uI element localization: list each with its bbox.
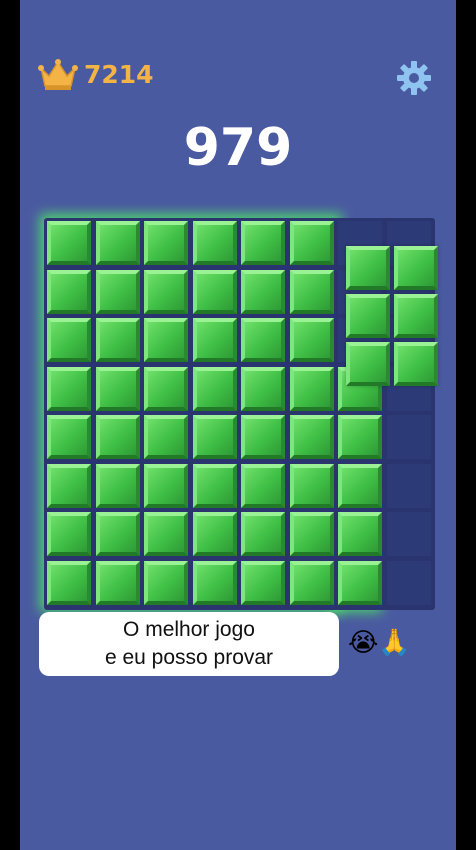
- best-score: 7214: [84, 60, 154, 89]
- piece-block: [394, 342, 438, 386]
- board-cell-filled: [95, 269, 140, 314]
- board-cell-filled: [95, 415, 140, 459]
- board-cell-filled: [241, 463, 285, 508]
- board-cell-filled: [192, 221, 237, 265]
- board-cell-filled: [289, 366, 334, 411]
- board-cell-filled: [192, 560, 237, 605]
- board-cell-filled: [338, 463, 382, 508]
- board-cell-filled: [95, 512, 140, 556]
- board-cell-filled: [144, 221, 188, 265]
- board-cell-filled: [144, 560, 188, 605]
- board-cell-filled: [241, 221, 285, 265]
- board-cell-filled: [338, 415, 382, 459]
- board-cell-filled: [144, 512, 188, 556]
- piece-block: [346, 246, 390, 290]
- board-cell-filled: [144, 366, 188, 411]
- board-cell-filled: [95, 366, 140, 411]
- caption-line-1: O melhor jogo: [123, 618, 255, 641]
- board-cell-empty: [386, 560, 431, 605]
- board-cell-filled: [144, 463, 188, 508]
- board-cell-filled: [47, 415, 91, 459]
- board-cell-filled: [144, 269, 188, 314]
- board-cell-filled: [192, 269, 237, 314]
- board-cell-filled: [241, 366, 285, 411]
- board-cell-filled: [47, 463, 91, 508]
- board-cell-filled: [47, 366, 91, 411]
- board-cell-empty: [386, 512, 431, 556]
- board-cell-filled: [338, 560, 382, 605]
- board-cell-filled: [192, 415, 237, 459]
- board-cell-filled: [241, 415, 285, 459]
- board-cell-filled: [144, 415, 188, 459]
- board-cell-filled: [289, 269, 334, 314]
- board-cell-filled: [241, 269, 285, 314]
- board-cell-filled: [289, 415, 334, 459]
- board-cell-filled: [289, 318, 334, 362]
- board-cell-filled: [241, 512, 285, 556]
- board-cell-filled: [192, 463, 237, 508]
- board-cell-filled: [241, 318, 285, 362]
- board-cell-filled: [289, 560, 334, 605]
- caption-emoji: 😭🙏: [348, 628, 411, 658]
- board-cell-empty: [386, 415, 431, 459]
- piece-block: [394, 246, 438, 290]
- piece-block: [346, 342, 390, 386]
- board-cell-filled: [192, 318, 237, 362]
- board-cell-filled: [95, 463, 140, 508]
- board-cell-filled: [95, 318, 140, 362]
- piece-block: [394, 294, 438, 338]
- crown-icon: [38, 59, 78, 90]
- game-screen: 7214 979 O melhor jogo e eu posso provar…: [20, 0, 456, 850]
- piece-block: [346, 294, 390, 338]
- current-score: 979: [183, 118, 293, 178]
- board-cell-filled: [47, 221, 91, 265]
- board-cell-filled: [289, 221, 334, 265]
- board-cell-filled: [47, 560, 91, 605]
- board-cell-filled: [95, 560, 140, 605]
- board-cell-filled: [192, 366, 237, 411]
- caption-line-2: e eu posso provar: [104, 646, 274, 669]
- board-cell-filled: [95, 221, 140, 265]
- board-cell-filled: [47, 269, 91, 314]
- board-cell-filled: [289, 463, 334, 508]
- board-cell-filled: [192, 512, 237, 556]
- board-cell-filled: [241, 560, 285, 605]
- board-cell-filled: [47, 318, 91, 362]
- board-cell-filled: [47, 512, 91, 556]
- board-cell-filled: [144, 318, 188, 362]
- caption-bubble: O melhor jogo e eu posso provar: [39, 612, 339, 676]
- board-cell-filled: [338, 512, 382, 556]
- board-cell-filled: [289, 512, 334, 556]
- gear-icon[interactable]: [396, 60, 432, 96]
- board-cell-empty: [386, 463, 431, 508]
